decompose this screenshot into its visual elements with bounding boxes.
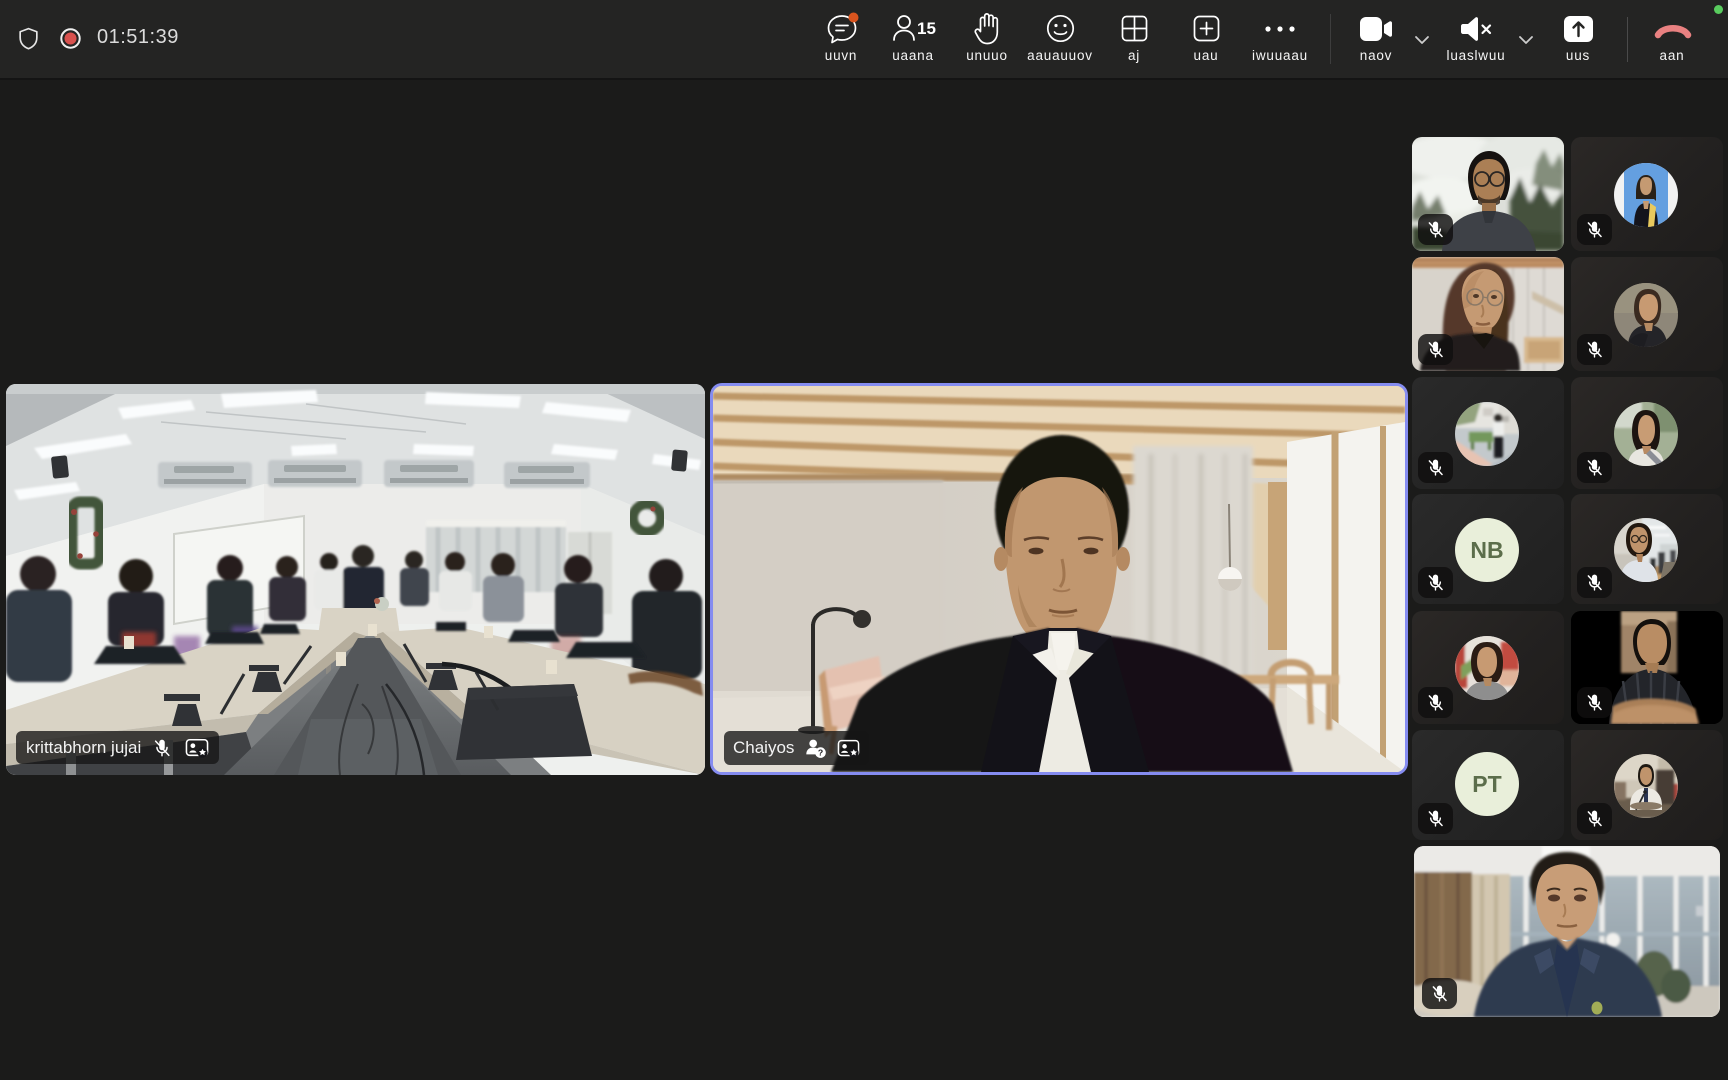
- svg-text:?: ?: [818, 748, 823, 758]
